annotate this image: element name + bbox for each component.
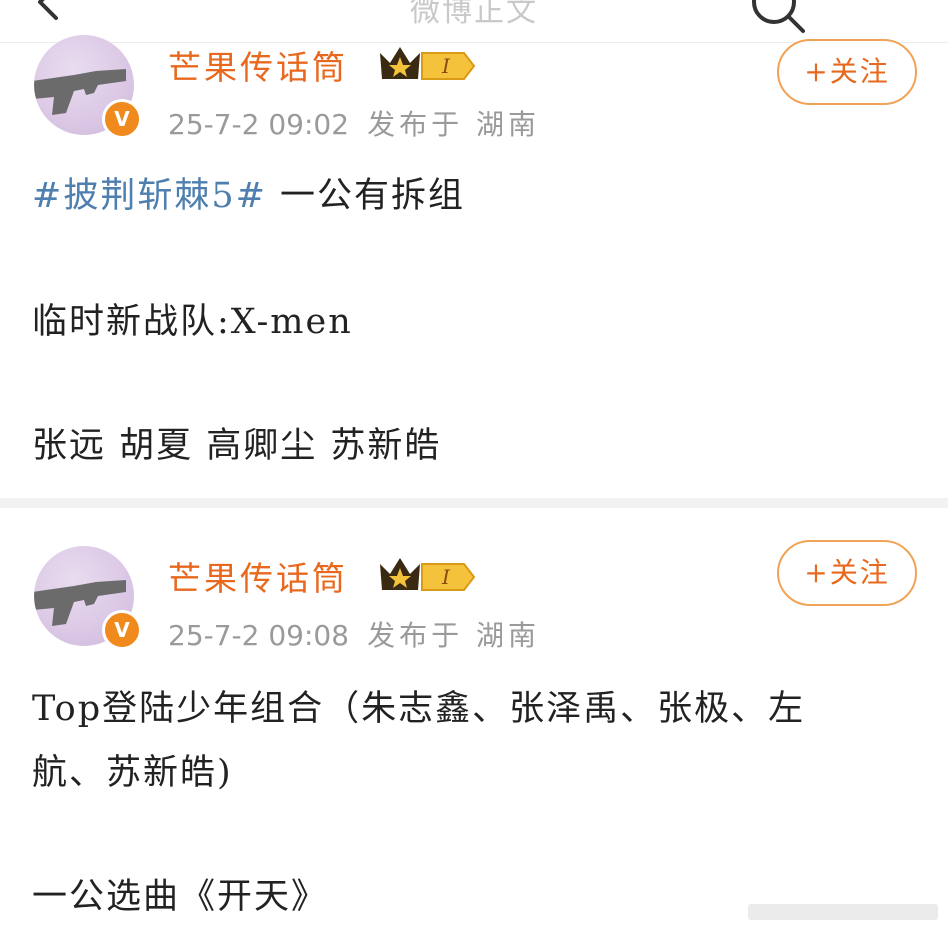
post-text-line: #披荆斩棘5# 一公有拆组 <box>32 167 912 218</box>
post-text-line: Top登陆少年组合（朱志鑫、张泽禹、张极、左 <box>32 689 806 729</box>
post-time: 25-7-2 09:02 <box>168 108 350 141</box>
username[interactable]: 芒果传话筒 <box>168 552 348 600</box>
post-text-line: 张远 胡夏 高卿尘 苏新皓 <box>32 426 442 466</box>
verified-v-icon: V <box>102 610 142 650</box>
crown-level-icon: I <box>378 552 478 600</box>
post-location: 发布于 湖南 <box>367 108 540 141</box>
username[interactable]: 芒果传话筒 <box>168 41 348 89</box>
post-divider <box>0 498 948 508</box>
follow-button[interactable]: +关注 <box>777 540 917 606</box>
post-text-line: 航、苏新皓) <box>32 753 233 793</box>
post-card-2: V 芒果传话筒 I 25-7-2 09:08 发布于 湖南 +关注 Top登陆少年… <box>0 508 948 930</box>
follow-button[interactable]: +关注 <box>777 39 917 105</box>
post-location: 发布于 湖南 <box>367 619 540 652</box>
post-card-1: V 芒果传话筒 I 25-7-2 09:02 发布于 湖南 +关注 #披荆斩棘5#… <box>0 35 948 498</box>
hashtag-link[interactable]: #披荆斩棘5# <box>32 176 267 216</box>
post-text-line: 临时新战队:X-men <box>32 302 353 342</box>
watermark-icon <box>748 900 938 928</box>
verified-v-icon: V <box>102 99 142 139</box>
post-time: 25-7-2 09:08 <box>168 619 350 652</box>
level-badge-text: I <box>441 54 451 78</box>
avatar[interactable]: V <box>34 35 142 139</box>
crown-level-icon: I <box>378 41 478 89</box>
avatar[interactable]: V <box>34 546 142 650</box>
top-nav-bar: 微博正文 <box>0 0 948 43</box>
search-icon[interactable] <box>748 0 808 40</box>
post-meta: 25-7-2 09:08 发布于 湖南 <box>168 614 540 654</box>
level-badge-text: I <box>441 565 451 589</box>
post-meta: 25-7-2 09:02 发布于 湖南 <box>168 103 540 143</box>
post-text: 一公有拆组 <box>266 176 466 216</box>
